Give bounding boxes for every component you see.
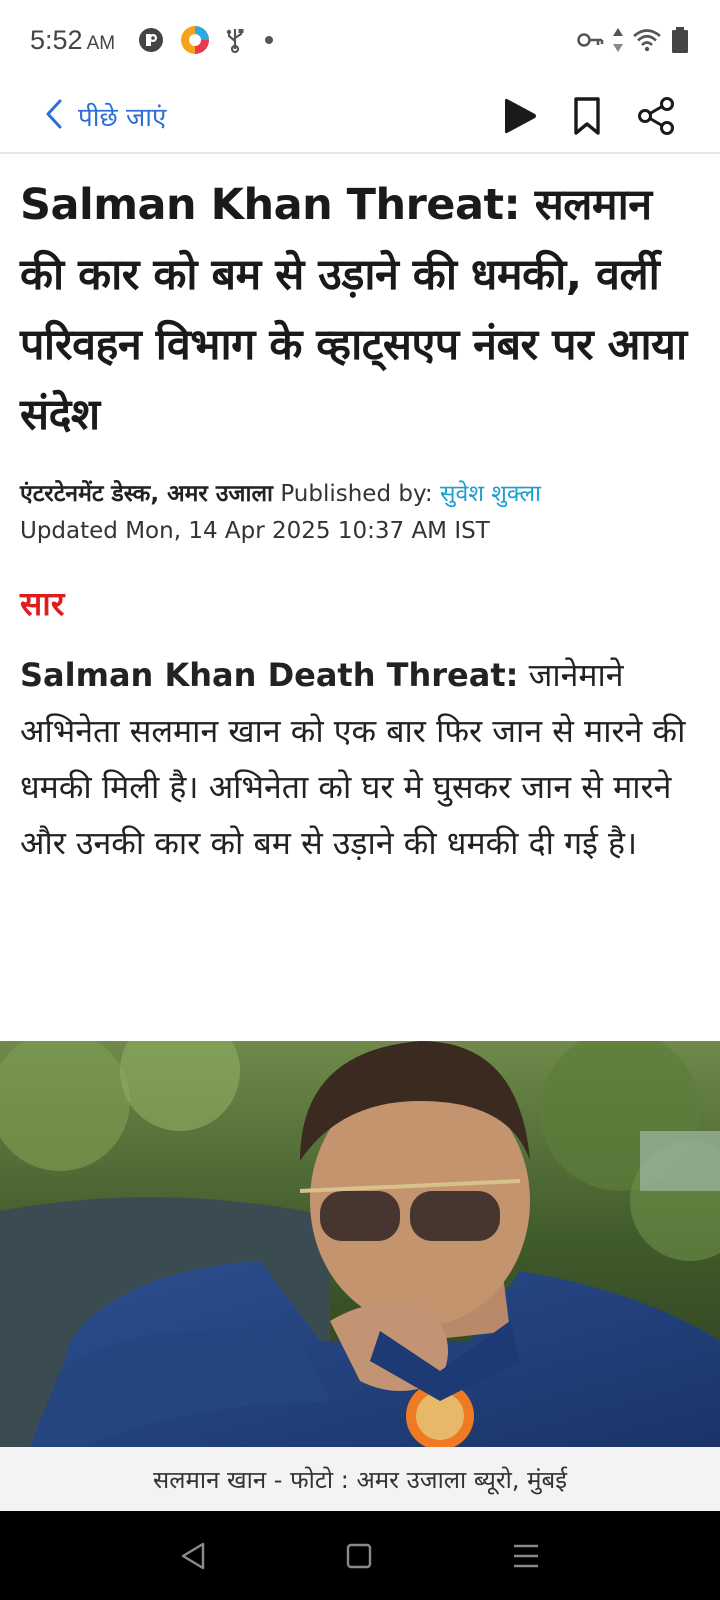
system-nav-bar <box>0 1511 720 1600</box>
summary-lead: Salman Khan Death Threat: <box>20 656 519 694</box>
back-label: पीछे जाएं <box>78 103 167 133</box>
top-nav: पीछे जाएं <box>0 80 720 154</box>
status-bar: 5:52 AM <box>0 0 720 80</box>
article-photo[interactable] <box>0 1041 720 1447</box>
author-link[interactable]: सुवेश शुक्ला <box>440 481 541 507</box>
share-icon[interactable] <box>636 96 676 136</box>
status-time-ampm: AM <box>86 32 116 54</box>
bookmark-icon[interactable] <box>572 96 602 136</box>
menu-lines-icon[interactable] <box>511 1542 541 1570</box>
back-button[interactable]: पीछे जाएं <box>44 98 166 134</box>
home-square-icon[interactable] <box>345 1542 373 1570</box>
published-by-label: Published by: <box>280 481 433 507</box>
summary-heading: सार <box>20 584 65 623</box>
status-time: 5:52 AM <box>30 25 115 56</box>
status-right-icons <box>576 26 690 54</box>
article-byline: एंटरटेनमेंट डेस्क, अमर उजाला Published b… <box>20 472 700 516</box>
battery-icon <box>670 26 690 54</box>
article-actions <box>502 96 676 136</box>
photo-caption: सलमान खान - फोटो : अमर उजाला ब्यूरो, मुं… <box>0 1447 720 1511</box>
updated-timestamp: Updated Mon, 14 Apr 2025 10:37 AM IST <box>20 518 490 544</box>
wifi-icon <box>632 28 662 52</box>
article-headline: Salman Khan Threat: सलमान की कार को बम स… <box>20 180 687 440</box>
article-summary: Salman Khan Death Threat: जानेमाने अभिने… <box>20 647 700 871</box>
usb-icon <box>225 27 245 53</box>
chevron-left-icon <box>44 98 64 134</box>
play-icon[interactable] <box>502 96 538 136</box>
vpn-key-icon <box>576 30 604 50</box>
status-time-value: 5:52 <box>30 24 83 55</box>
dot-icon <box>259 30 279 50</box>
pocket-app-icon <box>137 26 165 54</box>
back-triangle-icon[interactable] <box>179 1541 207 1571</box>
data-arrows-icon <box>612 27 624 53</box>
status-left-icons <box>137 24 279 56</box>
colorful-app-icon <box>179 24 211 56</box>
article: Salman Khan Threat: सलमान की कार को बम स… <box>20 170 700 871</box>
photo-illustration <box>0 1041 720 1447</box>
article-desk: एंटरटेनमेंट डेस्क, अमर उजाला <box>20 481 274 507</box>
